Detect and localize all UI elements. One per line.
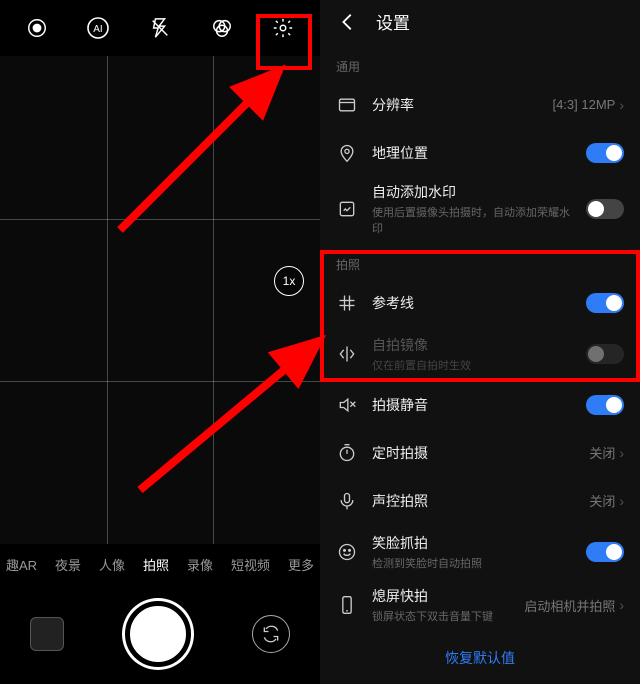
resolution-icon (336, 94, 358, 116)
mode-photo[interactable]: 拍照 (141, 555, 171, 574)
grid-icon (336, 292, 358, 314)
switch-camera-button[interactable] (252, 615, 290, 653)
shutter-button[interactable] (125, 601, 191, 667)
row-mirror: 自拍镜像 仅在前置自拍时生效 (320, 327, 640, 381)
row-label: 笑脸抓拍 (372, 533, 572, 553)
settings-title: 设置 (376, 9, 410, 34)
toggle-watermark[interactable] (586, 199, 624, 219)
row-label: 自动添加水印 (372, 182, 572, 202)
mode-ar[interactable]: 趣AR (4, 555, 39, 574)
row-value: 关闭› (589, 491, 624, 510)
toggle-mute[interactable] (586, 395, 624, 415)
row-gridlines[interactable]: 参考线 (320, 279, 640, 327)
row-label: 自拍镜像 (372, 335, 572, 355)
mirror-icon (336, 343, 358, 365)
row-label: 参考线 (372, 293, 572, 313)
toggle-mirror (586, 344, 624, 364)
phone-icon (336, 594, 358, 616)
row-value: 启动相机并拍照› (524, 596, 624, 615)
gallery-thumbnail[interactable] (30, 617, 64, 651)
row-label: 定时拍摄 (372, 443, 575, 463)
row-label: 分辨率 (372, 95, 538, 115)
back-icon[interactable] (336, 10, 360, 34)
row-sublabel: 锁屏状态下双击音量下键 (372, 608, 510, 624)
mode-night[interactable]: 夜景 (53, 555, 83, 574)
svg-text:AI: AI (94, 24, 103, 35)
row-sublabel: 使用后置摄像头拍摄时，自动添加荣耀水印 (372, 204, 572, 236)
row-label: 声控拍照 (372, 491, 575, 511)
filter-icon[interactable] (208, 14, 236, 42)
row-sublabel: 仅在前置自拍时生效 (372, 357, 572, 373)
mode-strip[interactable]: 趣AR 夜景 人像 拍照 录像 短视频 更多 (0, 544, 320, 584)
mode-portrait[interactable]: 人像 (97, 555, 127, 574)
mode-video[interactable]: 录像 (185, 555, 215, 574)
ai-icon[interactable]: AI (84, 14, 112, 42)
restore-defaults-button[interactable]: 恢复默认值 (320, 632, 640, 684)
mic-icon (336, 490, 358, 512)
settings-screen: 设置 通用 分辨率 [4:3] 12MP› 地理位置 自动添加水印 使用后置摄像… (320, 0, 640, 684)
toggle-gridlines[interactable] (586, 293, 624, 313)
row-label: 熄屏快拍 (372, 586, 510, 606)
row-resolution[interactable]: 分辨率 [4:3] 12MP› (320, 81, 640, 129)
mode-more[interactable]: 更多 (286, 555, 316, 574)
smile-icon (336, 541, 358, 563)
row-mute[interactable]: 拍摄静音 (320, 381, 640, 429)
zoom-badge[interactable]: 1x (274, 266, 304, 296)
row-location[interactable]: 地理位置 (320, 129, 640, 177)
row-value: 关闭› (589, 443, 624, 462)
row-voice[interactable]: 声控拍照 关闭› (320, 477, 640, 525)
mute-icon (336, 394, 358, 416)
toggle-location[interactable] (586, 143, 624, 163)
section-photo: 拍照 (320, 242, 640, 279)
camera-bottom-bar (0, 584, 320, 684)
row-smile[interactable]: 笑脸抓拍 检测到笑脸时自动拍照 (320, 525, 640, 579)
settings-header: 设置 (320, 0, 640, 44)
row-quickshot[interactable]: 熄屏快拍 锁屏状态下双击音量下键 启动相机并拍照› (320, 578, 640, 632)
watermark-icon (336, 198, 358, 220)
metering-icon[interactable] (23, 14, 51, 42)
gear-icon[interactable] (269, 14, 297, 42)
camera-top-toolbar: AI (0, 0, 320, 56)
row-sublabel: 检测到笑脸时自动拍照 (372, 555, 572, 571)
toggle-smile[interactable] (586, 542, 624, 562)
timer-icon (336, 442, 358, 464)
row-watermark[interactable]: 自动添加水印 使用后置摄像头拍摄时，自动添加荣耀水印 (320, 177, 640, 243)
section-general: 通用 (320, 44, 640, 81)
mode-short-video[interactable]: 短视频 (229, 555, 272, 574)
flash-off-icon[interactable] (146, 14, 174, 42)
location-icon (336, 142, 358, 164)
camera-screen: AI 1x 趣AR 夜景 人像 拍照 录像 短视频 更多 (0, 0, 320, 684)
row-value: [4:3] 12MP› (552, 97, 624, 113)
viewfinder[interactable]: 1x (0, 56, 320, 544)
row-label: 地理位置 (372, 143, 572, 163)
row-timer[interactable]: 定时拍摄 关闭› (320, 429, 640, 477)
row-label: 拍摄静音 (372, 395, 572, 415)
